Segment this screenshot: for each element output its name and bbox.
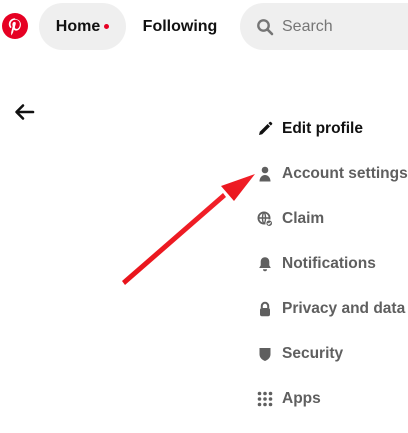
nav-following-tab[interactable]: Following: [132, 3, 228, 50]
settings-page: Home Following Edit profile: [0, 0, 408, 433]
pencil-icon: [255, 119, 275, 139]
menu-item-privacy-and-data[interactable]: Privacy and data: [255, 297, 405, 321]
annotation-arrow: [122, 174, 255, 285]
back-arrow-icon[interactable]: [13, 101, 35, 123]
pinterest-logo[interactable]: [2, 13, 28, 39]
menu-item-label: Edit profile: [282, 120, 363, 137]
menu-item-label: Notifications: [282, 255, 376, 272]
menu-item-notifications[interactable]: Notifications: [255, 252, 376, 276]
bell-icon: [255, 254, 275, 274]
menu-item-account-settings[interactable]: Account settings: [255, 162, 408, 186]
grid-icon: [255, 389, 275, 409]
globe-icon: [255, 209, 275, 229]
nav-home-label: Home: [55, 17, 101, 35]
menu-item-claim[interactable]: Claim: [255, 207, 324, 231]
nav-following-label: Following: [142, 17, 218, 35]
lock-icon: [255, 299, 275, 319]
notification-dot: [104, 23, 110, 29]
menu-item-label: Security: [282, 345, 344, 362]
menu-item-label: Privacy and data: [282, 300, 406, 317]
menu-item-label: Account settings: [282, 165, 408, 182]
search-icon: [257, 18, 274, 35]
menu-item-security[interactable]: Security: [255, 342, 343, 366]
menu-item-label: Apps: [282, 390, 321, 407]
menu-item-apps[interactable]: Apps: [255, 387, 321, 411]
shield-icon: [255, 344, 275, 364]
nav-home-tab[interactable]: Home: [39, 3, 126, 50]
search-bar[interactable]: [240, 3, 408, 50]
person-icon: [255, 164, 275, 184]
search-input[interactable]: [280, 16, 404, 37]
menu-item-label: Claim: [282, 210, 325, 227]
menu-item-edit-profile[interactable]: Edit profile: [255, 117, 363, 141]
